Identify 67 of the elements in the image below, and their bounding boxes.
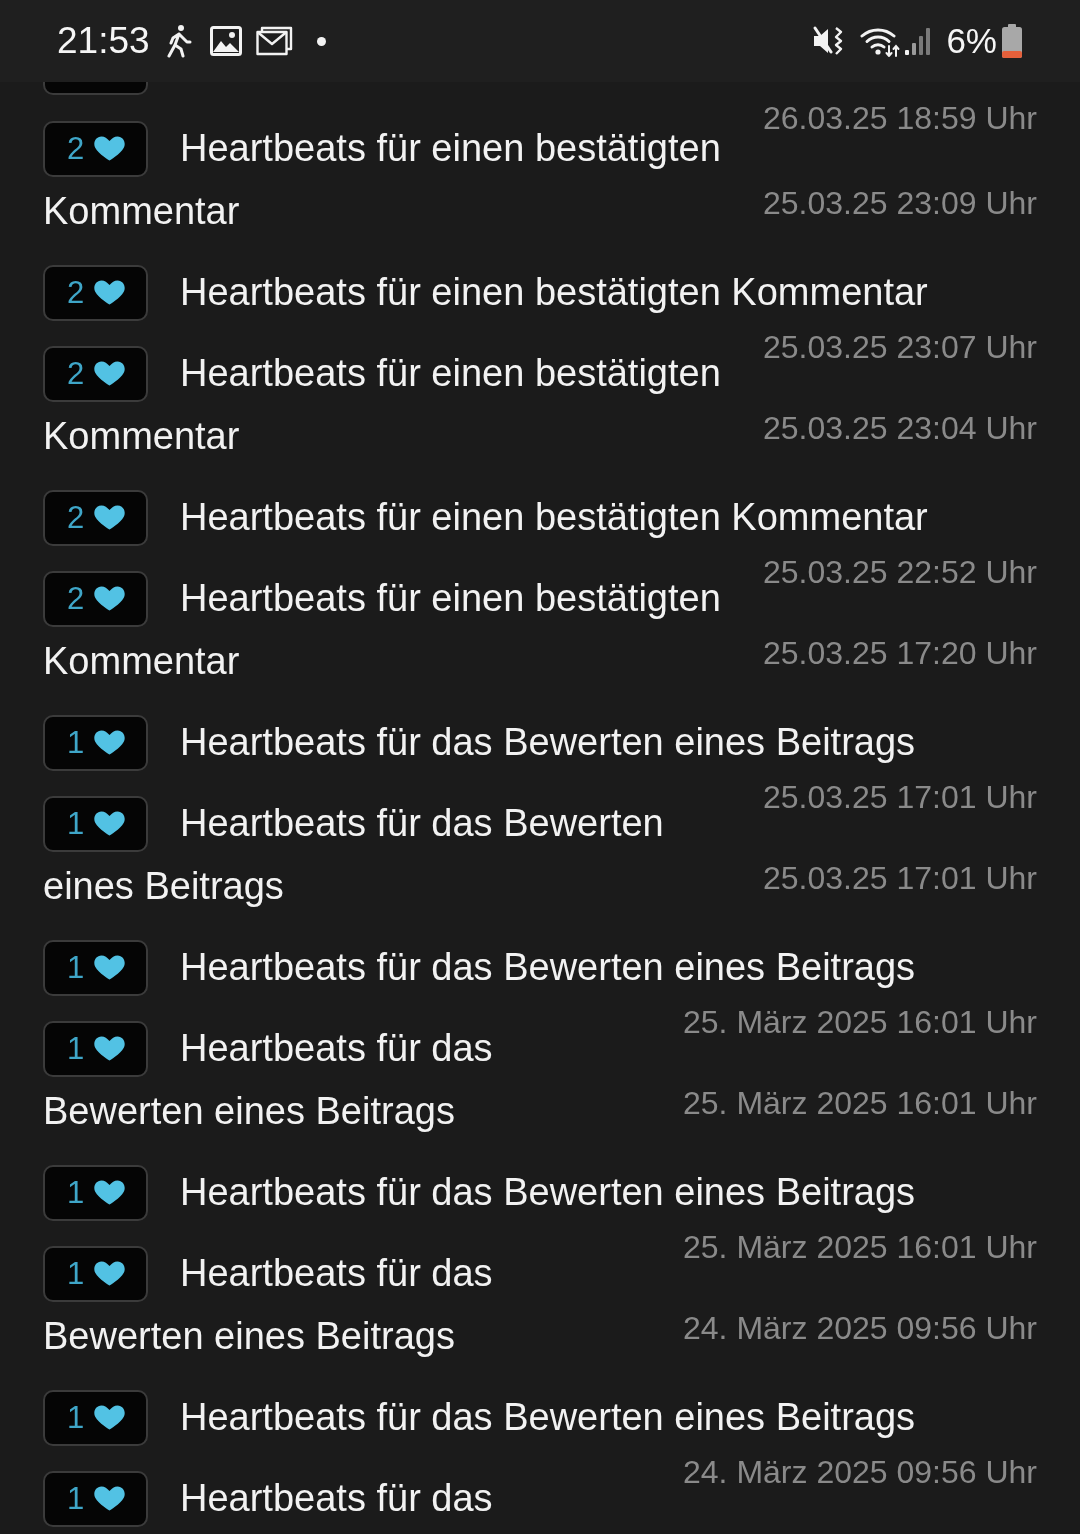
heart-icon bbox=[93, 1260, 127, 1288]
heartbeat-count: 1 bbox=[67, 1030, 85, 1067]
heartbeat-count: 1 bbox=[67, 949, 85, 986]
entry-date: 25.03.25 17:01 Uhr bbox=[763, 859, 1037, 898]
entry-text: Heartbeats für einen bestätigten bbox=[180, 352, 721, 394]
entry-text: Heartbeats für das Bewerten eines Beitrags bbox=[180, 721, 916, 763]
entry-date: 25.03.25 17:20 Uhr bbox=[763, 634, 1037, 673]
heart-icon bbox=[93, 954, 127, 982]
heart-icon bbox=[93, 1179, 127, 1207]
entry-text: Kommentar bbox=[43, 640, 240, 682]
entry-text: Bewerten eines Beitrags bbox=[43, 1315, 455, 1357]
entry-date: 25.03.25 23:07 Uhr bbox=[763, 328, 1037, 367]
walking-person-icon bbox=[165, 24, 192, 58]
entry-text: Heartbeats für das Bewerten bbox=[180, 802, 664, 844]
heart-icon bbox=[93, 504, 127, 532]
clock-time: 21:53 bbox=[57, 20, 150, 62]
entry-date: 25. März 2025 16:01 Uhr bbox=[683, 1228, 1037, 1267]
entry-text: Heartbeats für das bbox=[180, 1252, 493, 1294]
entry-text: Heartbeats für das Bewerten eines Beitrags bbox=[180, 946, 916, 988]
heartbeat-count: 1 bbox=[67, 1255, 85, 1292]
entry-date: 25.03.25 23:09 Uhr bbox=[763, 184, 1037, 223]
wifi-icon bbox=[860, 25, 901, 57]
heart-icon bbox=[93, 1404, 127, 1432]
entry-text: Heartbeats für einen bestätigten bbox=[180, 127, 721, 169]
entry-text: Heartbeats für das Bewerten eines Beitrags bbox=[180, 1396, 916, 1438]
entry-date: 24. März 2025 09:56 Uhr bbox=[683, 1309, 1037, 1348]
entry-text: eines Beitrags bbox=[43, 865, 284, 907]
heartbeat-count: 2 bbox=[67, 130, 85, 167]
heartbeat-count: 2 bbox=[67, 499, 85, 536]
heartbeat-count: 2 bbox=[67, 355, 85, 392]
heartbeat-count: 2 bbox=[67, 274, 85, 311]
heart-icon bbox=[93, 729, 127, 757]
heartbeat-count: 1 bbox=[67, 1480, 85, 1517]
heartbeat-count: 1 bbox=[67, 1399, 85, 1436]
heartbeat-count: 1 bbox=[67, 724, 85, 761]
battery-icon bbox=[1001, 23, 1023, 59]
entry-text: Kommentar bbox=[43, 190, 240, 232]
battery-percentage: 6% bbox=[946, 21, 997, 61]
heart-icon bbox=[93, 135, 127, 163]
entry-date: 25.03.25 17:01 Uhr bbox=[763, 778, 1037, 817]
heartbeat-count: 2 bbox=[67, 580, 85, 617]
heart-icon bbox=[93, 810, 127, 838]
image-icon bbox=[209, 26, 242, 56]
entry-text: Heartbeats für einen bestätigten bbox=[180, 577, 721, 619]
entry-date: 26.03.25 18:59 Uhr bbox=[763, 99, 1037, 138]
entry-text: Heartbeats für das Bewerten eines Beitrags bbox=[180, 1171, 916, 1213]
entry-text: Heartbeats für einen bestätigten Kommentar bbox=[180, 496, 928, 538]
entry-date: 25. März 2025 16:01 Uhr bbox=[683, 1084, 1037, 1123]
entry-text: Heartbeats für einen bestätigten Kommentar bbox=[180, 271, 928, 313]
entry-date: 25.03.25 23:04 Uhr bbox=[763, 409, 1037, 448]
entry-text: Kommentar bbox=[43, 415, 240, 457]
heart-icon bbox=[93, 279, 127, 307]
entry-text: Bewerten eines Beitrags bbox=[43, 1090, 455, 1132]
heart-icon bbox=[93, 1035, 127, 1063]
signal-bars-icon bbox=[904, 26, 933, 56]
entry-date: 25.03.25 22:52 Uhr bbox=[763, 553, 1037, 592]
heart-icon bbox=[93, 360, 127, 388]
notification-dot-icon bbox=[316, 36, 326, 46]
heartbeat-count: 1 bbox=[67, 1174, 85, 1211]
entry-date: 25. März 2025 16:01 Uhr bbox=[683, 1003, 1037, 1042]
heart-icon bbox=[93, 585, 127, 613]
entry-text: Heartbeats für das bbox=[180, 1027, 493, 1069]
heart-icon bbox=[93, 1485, 127, 1513]
envelope-icon bbox=[255, 26, 293, 56]
entry-date: 24. März 2025 09:56 Uhr bbox=[683, 1453, 1037, 1492]
heartbeat-count: 1 bbox=[67, 805, 85, 842]
entry-text: Heartbeats für das bbox=[180, 1477, 493, 1519]
